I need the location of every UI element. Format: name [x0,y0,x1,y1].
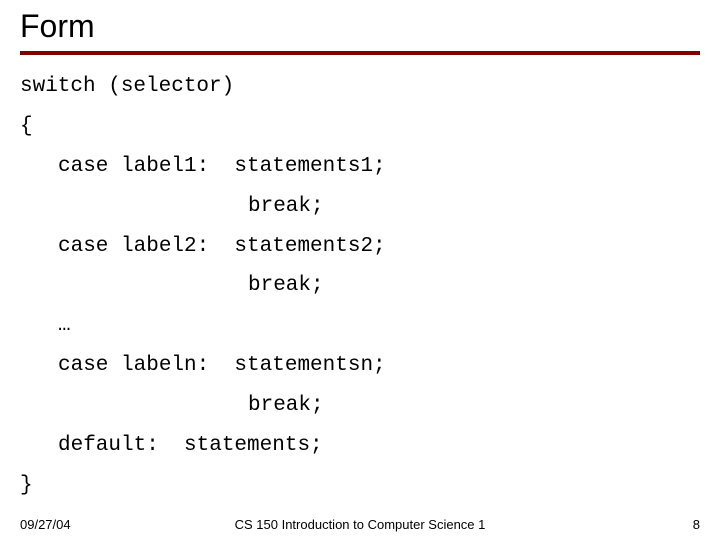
code-line: break; [20,266,700,306]
code-line: case label2: statements2; [20,227,700,267]
code-line: break; [20,386,700,426]
footer-page: 8 [693,517,700,532]
code-line: case labeln: statementsn; [20,346,700,386]
code-line: break; [20,187,700,227]
code-line: default: statements; [20,426,700,466]
code-line: } [20,466,700,506]
footer-course: CS 150 Introduction to Computer Science … [235,517,486,532]
footer: 09/27/04 CS 150 Introduction to Computer… [0,517,720,532]
slide: Form switch (selector) { case label1: st… [0,0,720,540]
code-line: … [20,306,700,346]
footer-date: 09/27/04 [20,517,71,532]
code-line: { [20,107,700,147]
title-divider [20,51,700,55]
code-line: switch (selector) [20,67,700,107]
slide-title: Form [20,8,700,45]
code-line: case label1: statements1; [20,147,700,187]
code-block: switch (selector) { case label1: stateme… [20,67,700,540]
